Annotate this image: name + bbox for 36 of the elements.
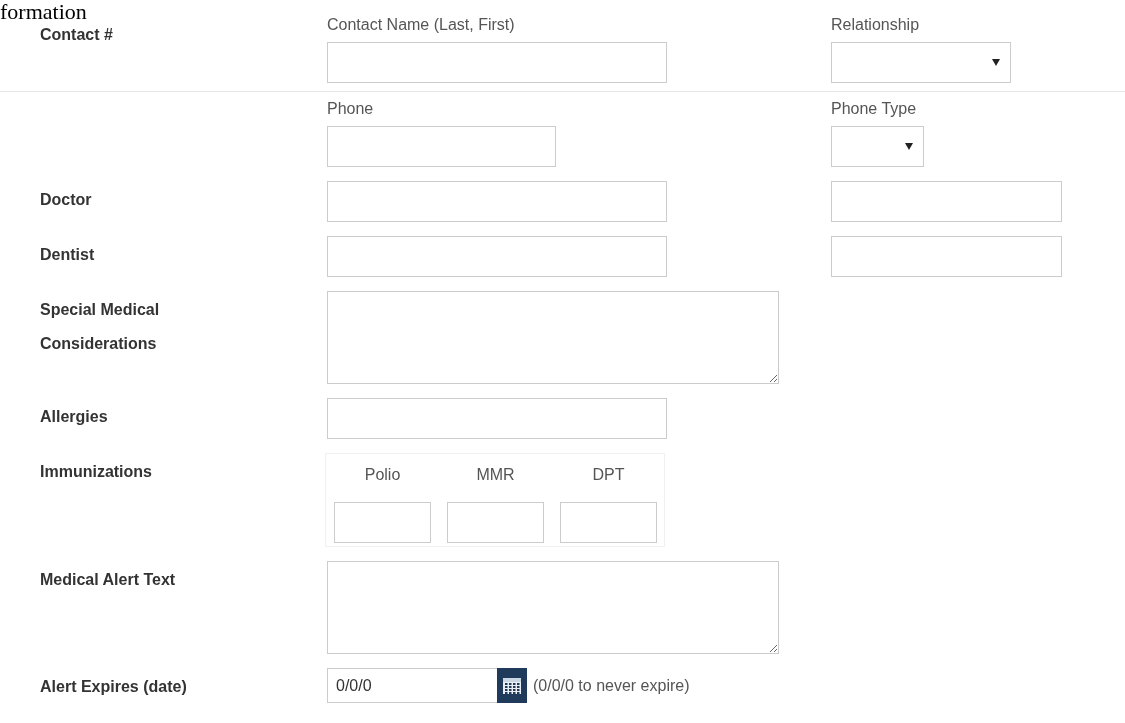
section-heading: formation xyxy=(0,0,87,24)
field-label: Dentist xyxy=(40,246,95,263)
text-field[interactable] xyxy=(327,126,556,167)
text-field[interactable] xyxy=(327,42,667,83)
calendar-button[interactable] xyxy=(497,668,527,703)
field-label: Phone xyxy=(327,100,375,118)
text-field[interactable] xyxy=(327,236,667,277)
field-label: Relationship xyxy=(831,16,921,34)
text-area[interactable] xyxy=(327,561,779,654)
field-label: Special Medical Considerations xyxy=(40,301,160,352)
text-field[interactable] xyxy=(560,502,657,543)
text-field[interactable] xyxy=(831,181,1062,222)
calendar-icon xyxy=(503,677,521,694)
field-label: Allergies xyxy=(40,408,108,425)
hint-text: (0/0/0 to never expire) xyxy=(533,676,690,695)
field-label: Alert Expires (date) xyxy=(40,678,187,695)
caret-icon xyxy=(905,143,913,150)
field-label: Immunizations xyxy=(40,463,152,480)
text-area[interactable] xyxy=(327,291,779,384)
field-label: Contact # xyxy=(40,26,113,43)
column-label: DPT xyxy=(591,465,626,485)
field-label: Phone Type xyxy=(831,100,918,118)
text-field[interactable] xyxy=(831,236,1062,277)
column-label: MMR xyxy=(475,465,516,485)
text-field[interactable] xyxy=(327,181,667,222)
caret-icon xyxy=(992,59,1000,66)
dropdown[interactable] xyxy=(831,42,1011,83)
field-label: Doctor xyxy=(40,191,92,208)
dropdown[interactable] xyxy=(831,126,924,167)
column-label: Polio xyxy=(363,465,402,485)
date-field[interactable]: 0/0/0 xyxy=(327,668,497,703)
text-field[interactable] xyxy=(447,502,544,543)
field-label: Medical Alert Text xyxy=(40,571,176,588)
text-field[interactable] xyxy=(334,502,431,543)
field-label: Contact Name (Last, First) xyxy=(327,16,516,34)
text-field[interactable] xyxy=(327,398,667,439)
